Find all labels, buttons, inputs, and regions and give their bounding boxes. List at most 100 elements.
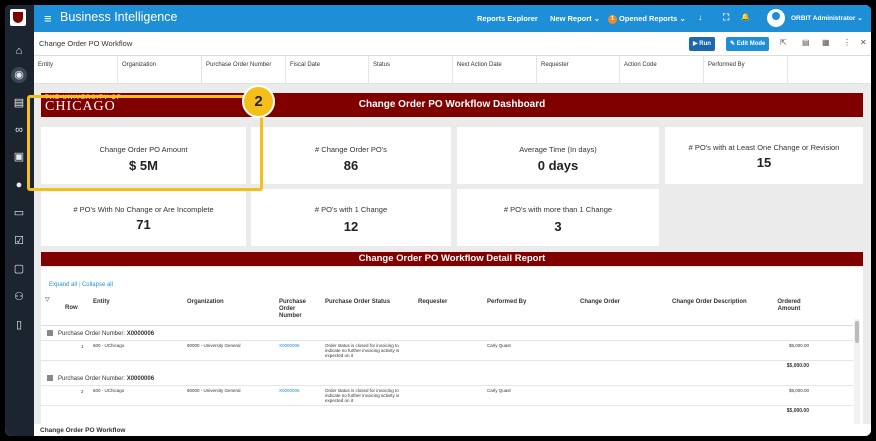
- filter-organization[interactable]: Organization: [118, 56, 202, 84]
- col-organization[interactable]: Organization: [187, 299, 224, 306]
- collapse-icon[interactable]: [47, 330, 53, 336]
- chart-icon[interactable]: ▣: [11, 149, 27, 165]
- detail-report-table: Expand all | Collapse all ▽ Row Entity O…: [41, 267, 863, 424]
- cell-po-link[interactable]: X0000006: [279, 388, 300, 393]
- group-header[interactable]: Purchase Order Number: X0000006: [47, 330, 154, 337]
- card-change-order-po-count[interactable]: # Change Order PO's 86: [251, 127, 451, 184]
- reports-explorer-link[interactable]: Reports Explorer: [477, 14, 538, 23]
- more-icon[interactable]: ⋮: [843, 38, 851, 47]
- card-title: # PO's With No Change or Are Incomplete: [73, 205, 214, 214]
- monitor-icon[interactable]: ▭: [11, 205, 27, 221]
- avatar[interactable]: [767, 9, 785, 27]
- card-title: # Change Order PO's: [315, 145, 387, 154]
- calendar-icon[interactable]: ▦: [822, 38, 830, 47]
- display-icon[interactable]: ▢: [11, 261, 27, 277]
- card-more-than-one-change[interactable]: # PO's with more than 1 Change 3: [457, 189, 659, 246]
- opened-count-badge: 1: [608, 15, 617, 24]
- card-title: # PO's with 1 Change: [314, 205, 388, 214]
- chevron-down-icon: ⌄: [593, 14, 601, 23]
- filter-requester[interactable]: Requester: [537, 56, 620, 84]
- filter-fiscal-date[interactable]: Fiscal Date: [286, 56, 369, 84]
- cell-amount: $5,000.00: [788, 388, 809, 393]
- col-po-status[interactable]: Purchase Order Status: [325, 299, 390, 306]
- link-separator: |: [78, 282, 81, 288]
- collapse-all-link[interactable]: Collapse all: [82, 282, 113, 288]
- expand-all-link[interactable]: Expand all: [49, 282, 77, 288]
- cell-po-link[interactable]: X0000006: [279, 343, 300, 348]
- group-subtotal: $5,000.00: [786, 363, 809, 369]
- card-value: 3: [554, 219, 562, 234]
- close-icon[interactable]: ✕: [860, 38, 867, 47]
- card-one-change[interactable]: # PO's with 1 Change 12: [251, 189, 451, 246]
- report-header: Change Order PO Workflow ▶ Run ✎ Edit Mo…: [34, 32, 871, 56]
- group-header[interactable]: Purchase Order Number: X0000006: [47, 375, 154, 382]
- list-check-icon[interactable]: ☑: [11, 233, 27, 249]
- binoculars-icon[interactable]: ∞: [11, 122, 27, 138]
- callout-number-badge: 2: [242, 85, 275, 118]
- user-name: ORBIT Administrator: [791, 15, 856, 22]
- left-rail: ⌂ ◉ ▤ ∞ ▣ ● ▭ ☑ ▢ ⚇ ▯: [5, 5, 34, 436]
- card-no-change[interactable]: # PO's With No Change or Are Incomplete …: [41, 189, 246, 246]
- col-row[interactable]: Row: [65, 305, 78, 312]
- filter-icon[interactable]: ▽: [45, 297, 50, 304]
- col-performed-by[interactable]: Performed By: [487, 299, 526, 306]
- chevron-down-icon: ⌄: [857, 15, 863, 22]
- card-value: 12: [343, 219, 359, 234]
- run-button[interactable]: ▶ Run: [689, 37, 715, 51]
- opened-reports-menu[interactable]: 1 Opened Reports ⌄: [608, 14, 686, 24]
- filter-performed-by[interactable]: Performed By: [704, 56, 788, 84]
- cell-row: 2: [81, 389, 84, 394]
- group-po: X0000006: [126, 376, 155, 382]
- table-scrollbar[interactable]: [854, 319, 860, 424]
- filter-action-code[interactable]: Action Code: [620, 56, 704, 84]
- col-change-desc[interactable]: Change Order Description: [672, 299, 747, 306]
- col-requester[interactable]: Requester: [418, 299, 447, 306]
- card-title: # PO's with more than 1 Change: [503, 205, 613, 214]
- home-icon[interactable]: ⌂: [11, 43, 27, 59]
- group-label: Purchase Order Number:: [58, 331, 127, 337]
- filter-po-number[interactable]: Purchase Order Number: [202, 56, 286, 84]
- footer-tab[interactable]: Change Order PO Workflow: [34, 424, 871, 436]
- card-value: 71: [136, 217, 151, 232]
- cell-row: 1: [81, 344, 84, 349]
- download-icon[interactable]: ↓: [698, 12, 703, 22]
- filter-bar: Entity Organization Purchase Order Numbe…: [34, 56, 871, 84]
- collapse-icon[interactable]: [47, 375, 53, 381]
- user-menu[interactable]: ORBIT Administrator ⌄: [791, 14, 863, 22]
- row-divider: [41, 360, 853, 361]
- edit-mode-button[interactable]: ✎ Edit Mode: [726, 37, 770, 51]
- cell-status: Order status is closed for invoicing to …: [325, 343, 400, 358]
- fullscreen-icon[interactable]: ⛶: [723, 12, 729, 23]
- cell-performed-by: Carly Quast: [487, 388, 511, 393]
- hamburger-icon[interactable]: ≡: [44, 11, 52, 26]
- row-divider: [41, 405, 853, 406]
- cell-performed-by: Carly Quast: [487, 343, 511, 348]
- col-po-number[interactable]: Purchase Order Number: [279, 299, 319, 320]
- filter-entity[interactable]: Entity: [34, 56, 118, 84]
- export-icon[interactable]: ⇱: [780, 38, 787, 47]
- cell-organization: 90000 - University General: [187, 343, 241, 348]
- cell-amount: $5,000.00: [788, 343, 809, 348]
- cell-entity: 600 - UChicago: [93, 343, 125, 348]
- run-button-label: Run: [699, 41, 711, 47]
- edit-mode-label: Edit Mode: [736, 41, 766, 47]
- col-change-order[interactable]: Change Order: [580, 299, 620, 306]
- document-icon[interactable]: ▤: [802, 38, 810, 47]
- bell-icon[interactable]: 🔔: [741, 13, 750, 21]
- card-at-least-one-change[interactable]: # PO's with at Least One Change or Revis…: [665, 127, 863, 184]
- col-entity[interactable]: Entity: [93, 299, 110, 306]
- dashboard-icon[interactable]: ◉: [11, 67, 27, 83]
- col-ordered-amount[interactable]: Ordered Amount: [769, 299, 809, 313]
- new-report-label: New Report: [550, 14, 592, 23]
- cell-status: Order status is closed for invoicing to …: [325, 388, 400, 403]
- filter-status[interactable]: Status: [369, 56, 453, 84]
- card-average-time[interactable]: Average Time (In days) 0 days: [457, 127, 659, 184]
- user-icon[interactable]: ●: [11, 177, 27, 193]
- highlight-box: [27, 95, 263, 191]
- filter-next-action-date[interactable]: Next Action Date: [453, 56, 537, 84]
- group-icon[interactable]: ⚇: [11, 289, 27, 305]
- card-value: 15: [756, 155, 772, 170]
- device-icon[interactable]: ▯: [11, 317, 27, 333]
- clipboard-icon[interactable]: ▤: [11, 95, 27, 111]
- new-report-menu[interactable]: New Report ⌄: [550, 14, 600, 23]
